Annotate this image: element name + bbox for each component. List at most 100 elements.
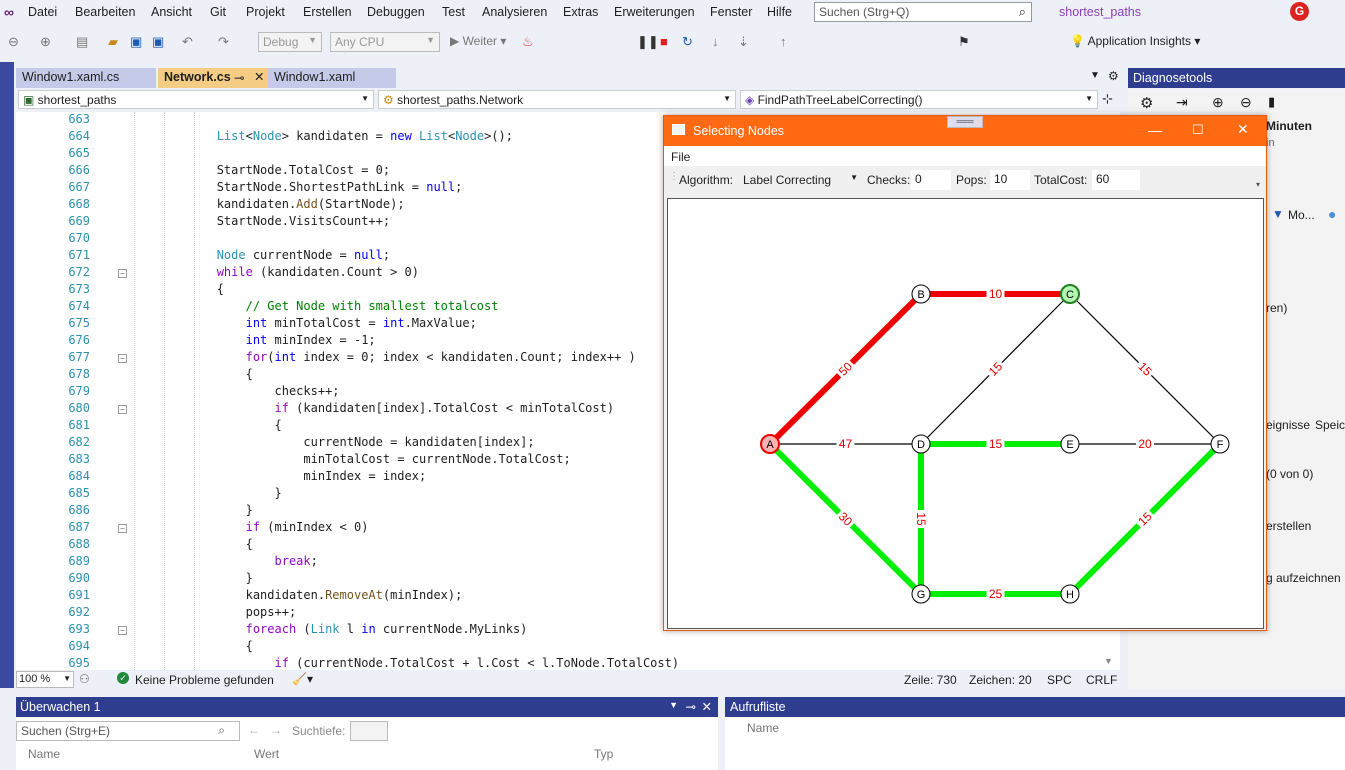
close-icon[interactable]: ✕ [1237, 121, 1249, 138]
diag-mo[interactable]: Mo... [1288, 208, 1315, 222]
diag-erstellen[interactable]: erstellen [1266, 519, 1311, 533]
pops-field[interactable]: 10 [990, 170, 1030, 190]
drag-handle-icon[interactable]: ═══ [947, 116, 983, 128]
menu-hilfe[interactable]: Hilfe [767, 5, 792, 19]
fold-toggle-icon[interactable]: − [118, 524, 127, 533]
totalcost-field[interactable]: 60 [1092, 170, 1140, 190]
tab-window1-xaml-cs[interactable]: Window1.xaml.cs [16, 68, 156, 88]
chart-icon[interactable]: ▮ [1268, 94, 1275, 110]
hot-reload-icon[interactable]: ♨ [522, 34, 534, 50]
window-toolbar: ⋮ Algorithm: Label Correcting ▼ Checks: 0… [664, 166, 1266, 194]
open-folder-icon[interactable]: ▰ [108, 34, 118, 50]
menu-test[interactable]: Test [442, 5, 465, 19]
diag-events-tab[interactable]: eignisse [1266, 418, 1310, 432]
back-icon[interactable]: ← [248, 723, 260, 737]
restart-icon[interactable]: ↻ [682, 34, 693, 50]
vs-logo-icon[interactable]: ∞ [4, 4, 14, 20]
step-over-icon[interactable]: ⇣ [738, 34, 749, 50]
menu-debuggen[interactable]: Debuggen [367, 5, 425, 19]
zoom-select[interactable]: 100 % ▼ [16, 671, 74, 688]
menu-erweiterungen[interactable]: Erweiterungen [614, 5, 695, 19]
menu-erstellen[interactable]: Erstellen [303, 5, 352, 19]
app-insights-button[interactable]: 💡 Application Insights ▾ [1070, 34, 1200, 48]
tab-list-icon[interactable]: ▼ [1090, 70, 1100, 81]
algorithm-select[interactable]: Label Correcting ▼ [738, 170, 862, 190]
fold-toggle-icon[interactable]: − [118, 269, 127, 278]
close-icon[interactable]: ✕ [702, 699, 712, 714]
project-nav-select[interactable]: ▣ shortest_paths ▼ [18, 90, 374, 109]
tab-network-cs[interactable]: Network.cs ⊸ ✕ [158, 68, 270, 88]
menu-projekt[interactable]: Projekt [246, 5, 285, 19]
platform-select[interactable]: Any CPU ▼ [330, 32, 440, 52]
menu-git[interactable]: Git [210, 5, 226, 19]
side-tool-strip[interactable] [0, 62, 14, 688]
redo-icon[interactable]: ↷ [218, 34, 229, 50]
watch-search-input[interactable]: Suchen (Strg+E) ⌕ [16, 721, 240, 741]
step-out-icon[interactable]: ↑ [780, 34, 787, 49]
bookmark-icon[interactable]: ⚑ [958, 34, 970, 50]
pin-icon[interactable]: ⊸ [686, 699, 696, 714]
save-all-icon[interactable]: ▣ [152, 34, 164, 50]
forward-icon[interactable]: → [270, 723, 282, 737]
split-editor-icon[interactable]: ⊹ [1102, 91, 1113, 107]
config-select[interactable]: Debug ▼ [258, 32, 322, 52]
chevron-down-icon: ▼ [850, 173, 858, 182]
diag-memory-tab[interactable]: Speic [1315, 418, 1345, 432]
network-canvas[interactable]: 50 10 15 15 47 15 20 30 15 25 15 A B C D E F G H [667, 198, 1264, 629]
menu-datei[interactable]: Datei [28, 5, 57, 19]
menu-fenster[interactable]: Fenster [710, 5, 752, 19]
zoom-in-icon[interactable]: ⊕ [1212, 94, 1224, 111]
line-number: 693 [68, 622, 90, 636]
line-number[interactable]: Zeile: 730 [904, 673, 957, 687]
cleanup-icon[interactable]: 🧹▾ [292, 672, 313, 686]
window-titlebar[interactable]: Selecting Nodes ═══ — ☐ ✕ [664, 116, 1266, 146]
step-into-icon[interactable]: ↓ [712, 34, 719, 49]
node-label-E: E [1066, 439, 1073, 451]
watch-title: Überwachen 1 ▼ ⊸ ✕ [16, 697, 718, 717]
toolbar-overflow-icon[interactable]: ▾ [1256, 180, 1260, 189]
code-line: if (currentNode.TotalCost + l.Cost < l.T… [274, 656, 680, 670]
close-icon[interactable]: ✕ [254, 69, 264, 84]
stop-icon[interactable]: ■ [660, 34, 668, 49]
search-input[interactable]: Suchen (Strg+Q) ⌕ [814, 2, 1032, 22]
indent-mode[interactable]: SPC [1047, 673, 1072, 687]
menu-analysieren[interactable]: Analysieren [482, 5, 547, 19]
menu-bearbeiten[interactable]: Bearbeiten [75, 5, 135, 19]
maximize-icon[interactable]: ☐ [1192, 122, 1204, 138]
minimize-icon[interactable]: — [1148, 122, 1162, 138]
fold-toggle-icon[interactable]: − [118, 626, 127, 635]
pin-icon[interactable]: ⊸ [234, 70, 244, 85]
diag-aufzeichnen[interactable]: g aufzeichnen [1266, 571, 1341, 585]
class-nav-select[interactable]: ⚙ shortest_paths.Network ▼ [378, 90, 736, 109]
pause-icon[interactable]: ❚❚ [637, 34, 659, 50]
back-icon[interactable]: ⊖ [8, 34, 19, 50]
menu-file[interactable]: File [671, 150, 690, 164]
checks-field[interactable]: 0 [911, 170, 951, 190]
menu-ansicht[interactable]: Ansicht [151, 5, 192, 19]
avatar[interactable]: G [1290, 2, 1309, 21]
gear-icon[interactable]: ⚙ [1140, 94, 1153, 112]
forward-icon[interactable]: ⊕ [40, 34, 51, 50]
menu-extras[interactable]: Extras [563, 5, 598, 19]
zoom-out-icon[interactable]: ⊖ [1240, 94, 1252, 111]
fold-toggle-icon[interactable]: − [118, 354, 127, 363]
fold-toggle-icon[interactable]: − [118, 405, 127, 414]
toolbar-grip-icon[interactable]: ⋮ [669, 171, 679, 182]
select-tools-icon[interactable]: ⇥ [1176, 94, 1188, 111]
code-line: } [130, 571, 253, 585]
method-nav-select[interactable]: ◈ FindPathTreeLabelCorrecting() ▼ [740, 90, 1098, 109]
chevron-down-icon[interactable]: ▼ [669, 700, 678, 710]
char-number[interactable]: Zeichen: 20 [969, 673, 1032, 687]
tab-window1-xaml[interactable]: Window1.xaml [268, 68, 396, 88]
undo-icon[interactable]: ↶ [182, 34, 193, 50]
scroll-down-icon[interactable]: ▼ [1104, 656, 1113, 666]
save-icon[interactable]: ▣ [130, 34, 142, 50]
new-project-icon[interactable]: ▤ [76, 34, 88, 50]
problems-status[interactable]: Keine Probleme gefunden [135, 673, 274, 687]
line-ending[interactable]: CRLF [1086, 673, 1117, 687]
settings-icon[interactable]: ⚙ [1108, 69, 1119, 83]
edge-cost-EF: 20 [1138, 437, 1152, 451]
search-depth-select[interactable] [350, 721, 388, 741]
git-icon[interactable]: ⚇ [79, 672, 90, 686]
continue-button[interactable]: ▶ Weiter ▾ [450, 34, 506, 48]
